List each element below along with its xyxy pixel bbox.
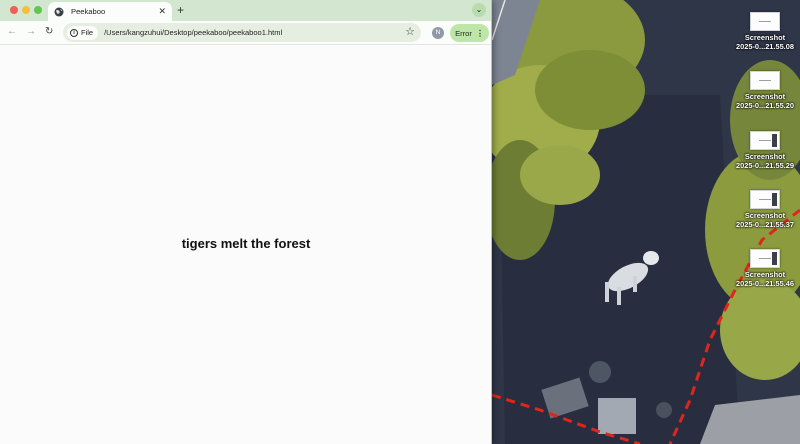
error-label: Error — [455, 28, 472, 38]
browser-toolbar: ← → ↻ i File /Users/kangzuhui/Desktop/pe… — [0, 21, 491, 45]
page-heading: tigers melt the forest — [181, 236, 311, 251]
desktop-file-screenshot[interactable]: Screenshot 2025-0...21.55.37 — [730, 190, 800, 229]
info-icon: i — [70, 28, 78, 37]
file-name-line2: 2025-0...21.55.29 — [736, 160, 794, 170]
reload-icon[interactable]: ↻ — [45, 26, 53, 38]
url-text[interactable]: /Users/kangzuhui/Desktop/peekaboo/peekab… — [104, 28, 282, 37]
tab-peekaboo[interactable]: Peekaboo ✕ — [48, 2, 172, 21]
kebab-menu-icon[interactable]: ⋮ — [476, 29, 484, 38]
profile-avatar[interactable]: N — [432, 27, 444, 39]
file-name-line2: 2025-0...21.55.08 — [736, 41, 794, 51]
tab-title: Peekaboo — [71, 7, 106, 16]
screenshot-thumbnail — [750, 71, 780, 90]
window-close-button[interactable] — [10, 6, 18, 14]
desktop-file-screenshot[interactable]: Screenshot 2025-0...21.55.29 — [730, 131, 800, 170]
file-name-line2: 2025-0...21.55.46 — [736, 278, 794, 288]
back-arrow-icon[interactable]: ← — [7, 26, 17, 38]
desktop-file-screenshot[interactable]: Screenshot 2025-0...21.55.08 — [730, 12, 800, 51]
close-icon[interactable]: ✕ — [158, 7, 166, 16]
screenshot-thumbnail — [750, 131, 780, 150]
chevron-down-icon[interactable]: ⌄ — [472, 3, 486, 17]
scheme-label: File — [81, 28, 94, 37]
tab-strip: Peekaboo ✕ + ⌄ — [0, 0, 491, 21]
address-bar[interactable]: i File /Users/kangzuhui/Desktop/peekaboo… — [63, 23, 421, 42]
window-minimize-button[interactable] — [22, 6, 30, 14]
desktop-file-screenshot[interactable]: Screenshot 2025-0...21.55.20 — [730, 71, 800, 110]
browser-window: Peekaboo ✕ + ⌄ ← → ↻ i File /Users/kangz… — [0, 0, 492, 444]
bookmark-star-icon[interactable]: ☆ — [405, 25, 415, 39]
screenshot-thumbnail — [750, 249, 780, 268]
page-content: tigers melt the forest — [0, 45, 491, 444]
forward-arrow-icon[interactable]: → — [26, 26, 36, 38]
window-maximize-button[interactable] — [34, 6, 42, 14]
error-button[interactable]: Error ⋮ — [450, 24, 489, 42]
desktop-file-screenshot[interactable]: Screenshot 2025-0...21.55.46 — [730, 249, 800, 288]
globe-icon — [54, 7, 64, 16]
file-name-line2: 2025-0...21.55.20 — [736, 100, 794, 110]
site-info-chip[interactable]: i File — [67, 25, 99, 40]
screenshot-thumbnail — [750, 12, 780, 31]
screenshot-thumbnail — [750, 190, 780, 209]
file-name-line2: 2025-0...21.55.37 — [736, 219, 794, 229]
new-tab-button[interactable]: + — [177, 3, 184, 17]
